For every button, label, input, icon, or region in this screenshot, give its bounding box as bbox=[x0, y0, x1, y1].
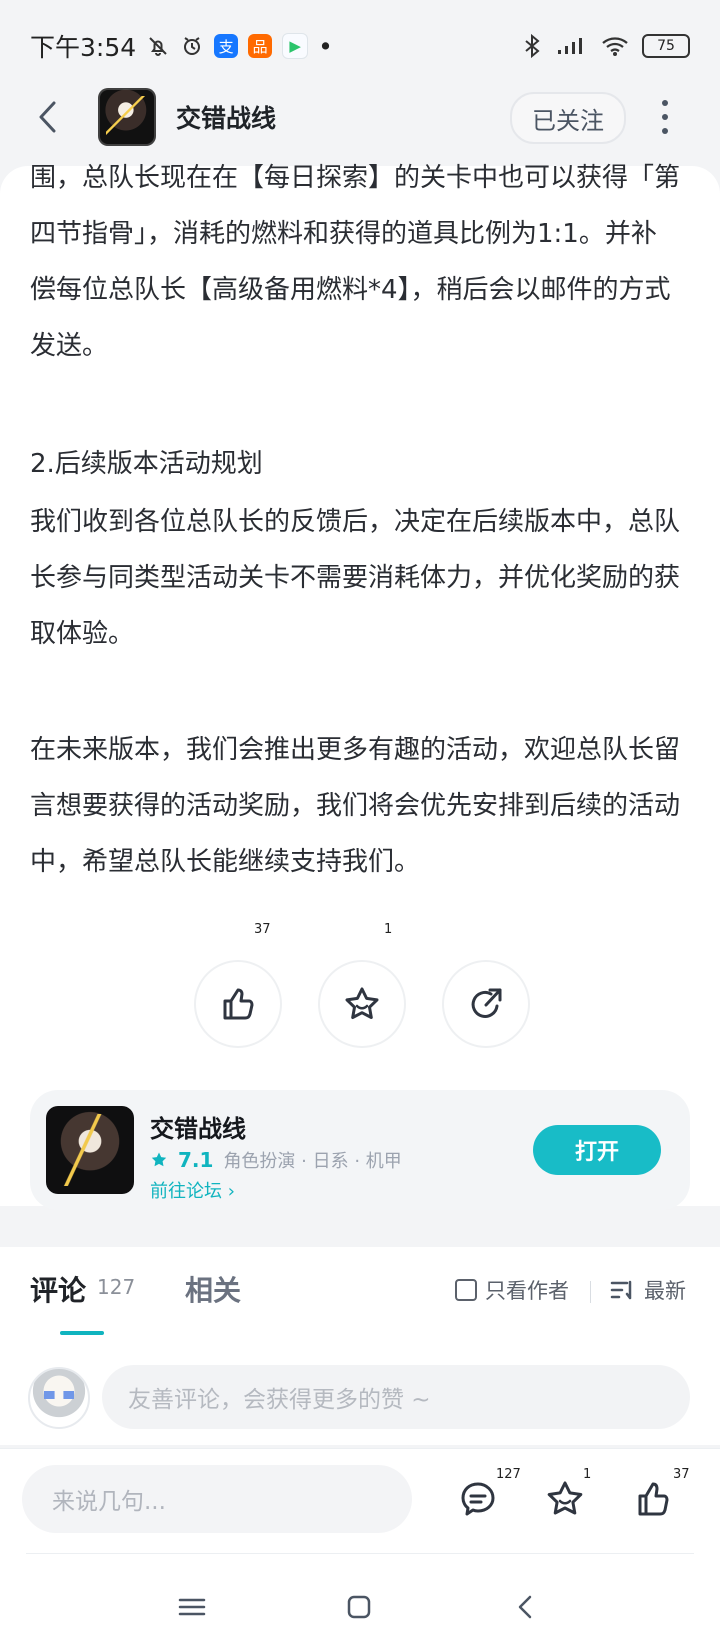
sort-label: 最新 bbox=[644, 1279, 686, 1303]
back-chevron-icon bbox=[518, 1595, 532, 1619]
chevron-left-icon bbox=[39, 101, 56, 133]
like-count: 37 bbox=[254, 922, 271, 937]
open-app-button[interactable]: 打开 bbox=[533, 1125, 661, 1175]
home-square-icon bbox=[347, 1595, 371, 1619]
alipay-icon: 支 bbox=[214, 34, 239, 58]
game-title[interactable]: 交错战线 bbox=[176, 99, 276, 135]
game-avatar[interactable] bbox=[98, 88, 156, 146]
favorite-count: 1 bbox=[384, 922, 393, 937]
favorite-button[interactable] bbox=[318, 960, 406, 1048]
bottom-action-bar: 来说几句... 127 1 37 bbox=[0, 1448, 720, 1641]
app-rating-row: 7.1 角色扮演 · 日系 · 机甲 bbox=[150, 1147, 402, 1173]
checkbox-icon[interactable] bbox=[455, 1279, 477, 1301]
comment-count: 127 bbox=[97, 1275, 136, 1299]
tab-related[interactable]: 相关 bbox=[185, 1269, 241, 1309]
comment-icon bbox=[461, 1482, 495, 1516]
like-button[interactable] bbox=[194, 960, 282, 1048]
thumb-up-icon bbox=[223, 988, 254, 1020]
forum-link[interactable]: 前往论坛 › bbox=[150, 1177, 235, 1203]
tab-comments[interactable]: 评论 bbox=[30, 1269, 86, 1309]
app-tags: 角色扮演 · 日系 · 机甲 bbox=[223, 1151, 402, 1172]
chevron-right-icon: › bbox=[227, 1181, 235, 1202]
app-icon[interactable] bbox=[46, 1106, 134, 1194]
back-button[interactable] bbox=[28, 97, 68, 137]
signal-icon bbox=[558, 38, 582, 54]
filter-divider bbox=[590, 1281, 591, 1303]
star-icon bbox=[547, 1481, 583, 1515]
menu-icon bbox=[178, 1598, 206, 1616]
thumb-up-icon bbox=[638, 1482, 669, 1516]
section-heading: 2.后续版本活动规划 bbox=[30, 449, 263, 479]
comment-section: 评论 127 相关 只看作者 最新 友善评论，会获得更多的赞 ~ bbox=[0, 1247, 720, 1445]
share-button[interactable] bbox=[442, 960, 530, 1048]
rating-score: 7.1 bbox=[178, 1148, 214, 1172]
more-options-button[interactable] bbox=[655, 100, 675, 134]
article-content: 围，总队长现在在【每日探索】的关卡中也可以获得「第四节指骨」，消耗的燃料和获得的… bbox=[0, 163, 720, 1206]
system-menu-button[interactable] bbox=[172, 1587, 212, 1627]
more-dot-icon bbox=[662, 100, 668, 106]
rating-star-icon bbox=[151, 1152, 167, 1167]
notification-dot: • bbox=[318, 31, 333, 61]
status-left: 下午3:54 支 品 ▶ • bbox=[30, 28, 333, 64]
comment-input[interactable]: 友善评论，会获得更多的赞 ~ bbox=[102, 1365, 690, 1429]
user-avatar bbox=[28, 1367, 90, 1429]
more-dot-icon bbox=[662, 114, 668, 120]
system-back-button[interactable] bbox=[506, 1587, 546, 1627]
forum-link-label: 前往论坛 bbox=[150, 1181, 222, 1202]
wifi-icon bbox=[602, 37, 628, 56]
quick-comment-input[interactable]: 来说几句... bbox=[22, 1465, 412, 1533]
sort-icon bbox=[610, 1280, 632, 1300]
mute-bell-icon bbox=[149, 37, 167, 56]
article-paragraph: 在未来版本，我们会推出更多有趣的活动，欢迎总队长留言想要获得的活动奖励，我们将会… bbox=[30, 735, 681, 877]
video-app-icon: ▶ bbox=[282, 33, 309, 59]
bluetooth-icon bbox=[525, 34, 540, 58]
author-only-filter[interactable]: 只看作者 bbox=[455, 1275, 569, 1305]
bottom-comment-count: 127 bbox=[496, 1467, 521, 1482]
taobao-icon: 品 bbox=[248, 34, 273, 58]
top-navigation: 交错战线 已关注 bbox=[0, 86, 720, 148]
star-icon bbox=[345, 987, 379, 1019]
article-paragraph: 围，总队长现在在【每日探索】的关卡中也可以获得「第四节指骨」，消耗的燃料和获得的… bbox=[30, 163, 681, 361]
system-home-button[interactable] bbox=[339, 1587, 379, 1627]
bottom-like-count: 37 bbox=[673, 1467, 690, 1482]
active-tab-indicator bbox=[60, 1331, 104, 1335]
system-nav-divider bbox=[26, 1553, 694, 1554]
app-card[interactable]: 交错战线 7.1 角色扮演 · 日系 · 机甲 前往论坛 › 打开 bbox=[30, 1090, 690, 1210]
alarm-icon bbox=[184, 37, 201, 55]
battery-icon: 75 bbox=[642, 34, 690, 58]
share-icon bbox=[471, 988, 502, 1018]
more-dot-icon bbox=[662, 128, 668, 134]
sort-newest-button[interactable]: 最新 bbox=[610, 1275, 686, 1305]
bottom-favorite-count: 1 bbox=[583, 1467, 592, 1482]
status-right: 75 bbox=[522, 34, 690, 58]
author-only-label: 只看作者 bbox=[485, 1279, 569, 1303]
status-bar: 下午3:54 支 品 ▶ • 75 bbox=[0, 0, 720, 92]
status-time: 下午3:54 bbox=[30, 33, 137, 62]
article-paragraph: 我们收到各位总队长的反馈后，决定在后续版本中，总队长参与同类型活动关卡不需要消耗… bbox=[30, 507, 681, 649]
app-title[interactable]: 交错战线 bbox=[150, 1109, 246, 1144]
follow-button[interactable]: 已关注 bbox=[510, 92, 626, 144]
